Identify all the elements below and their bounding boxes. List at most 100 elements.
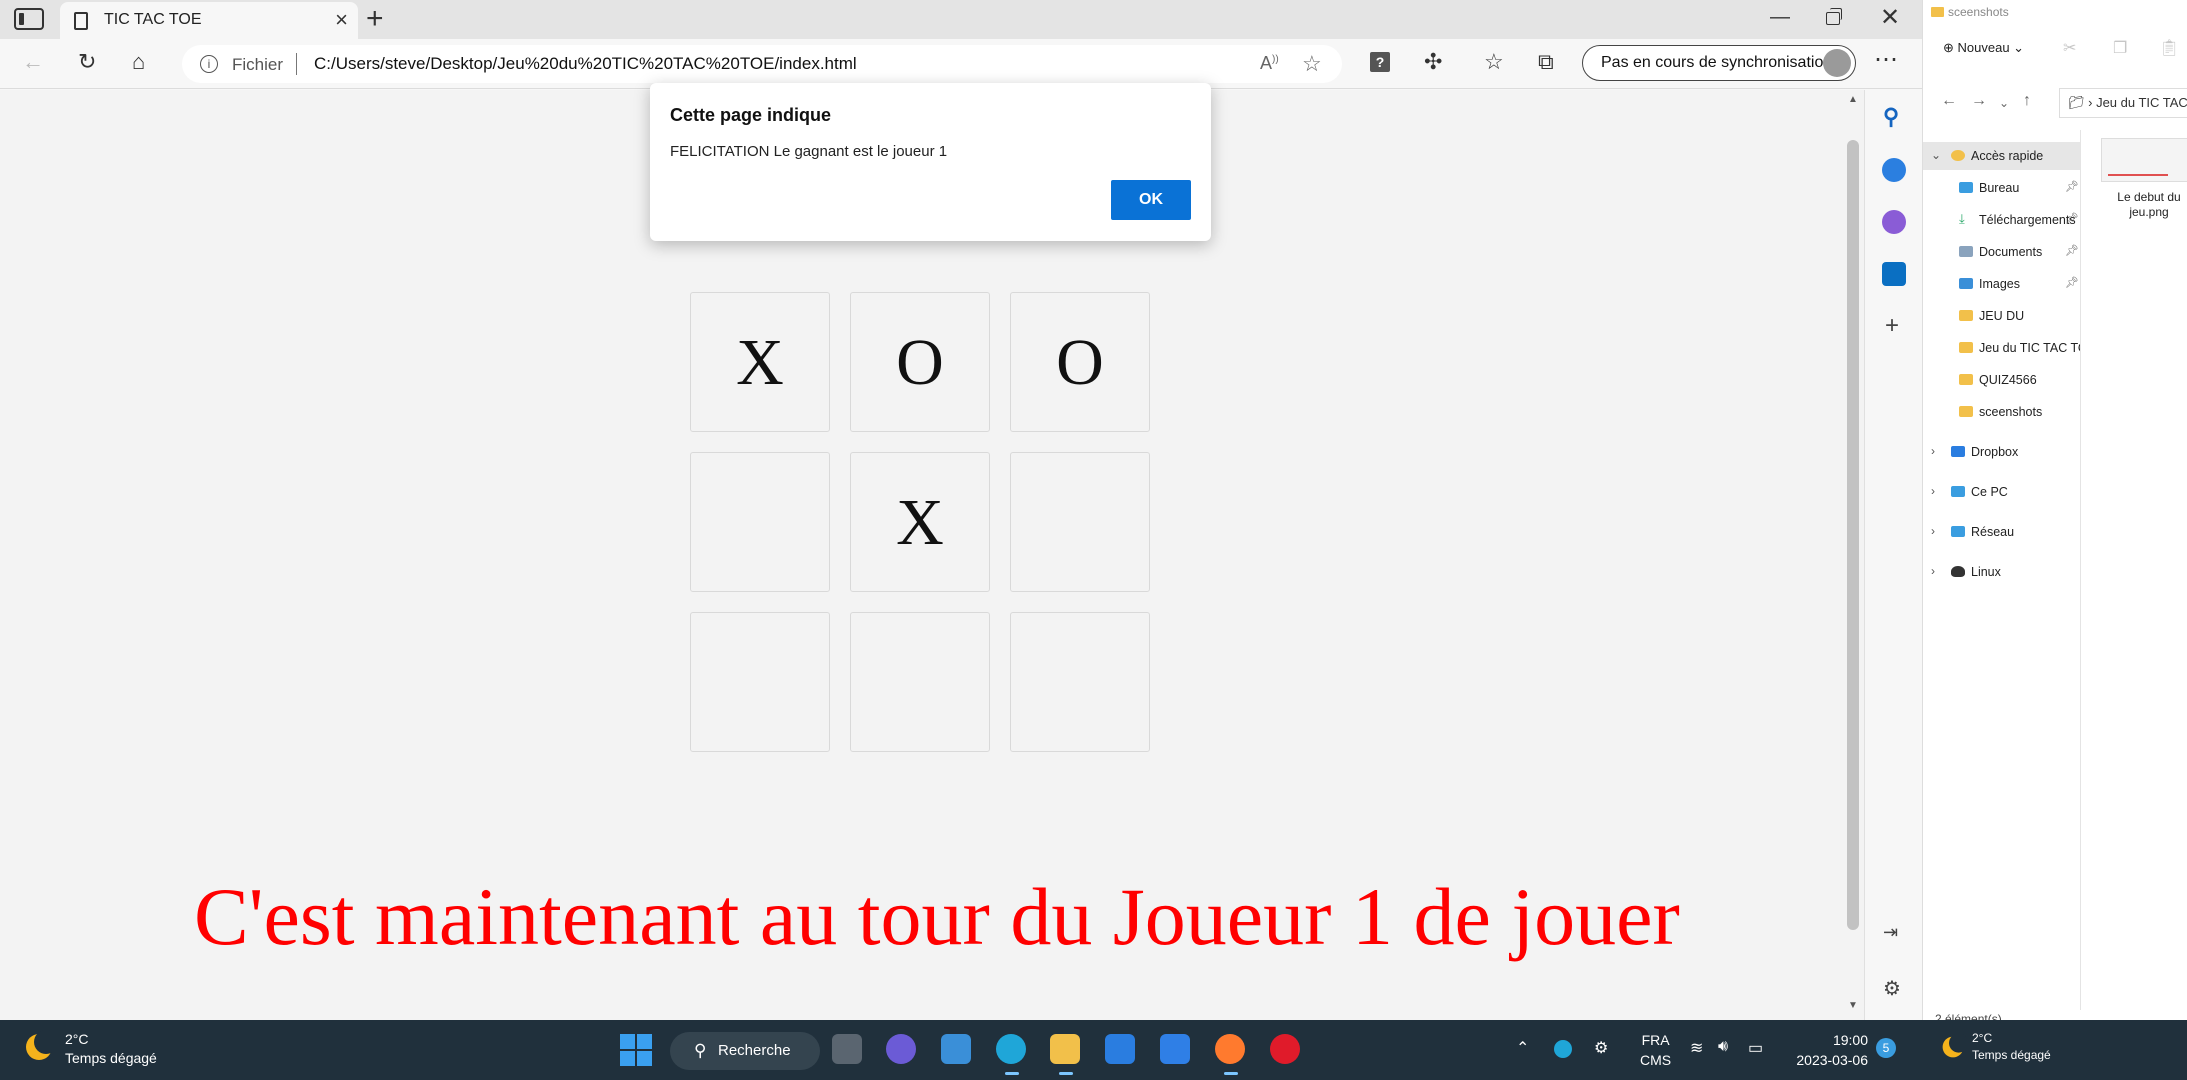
board-cell[interactable]: X <box>690 292 830 432</box>
chevron-right-icon[interactable]: › <box>1931 524 1935 538</box>
volume-icon[interactable]: 🔊︎ <box>1718 1038 1728 1056</box>
scroll-up-icon[interactable]: ▲ <box>1848 94 1858 105</box>
notification-badge[interactable]: 5 <box>1876 1038 1896 1058</box>
outlook-icon[interactable] <box>1882 262 1906 286</box>
board-cell[interactable] <box>690 612 830 752</box>
tree-item-dropbox[interactable]: › Dropbox <box>1923 438 2080 466</box>
chevron-right-icon[interactable]: › <box>1931 484 1935 498</box>
taskbar-search[interactable]: ⚲ Recherche <box>670 1032 820 1070</box>
close-icon[interactable]: × <box>335 7 348 33</box>
info-icon[interactable]: i <box>200 55 218 73</box>
add-icon[interactable]: + <box>1885 312 1899 340</box>
folder-icon <box>1959 406 1973 417</box>
refresh-icon[interactable]: ↻ <box>78 49 96 75</box>
tab-title: TIC TAC TOE <box>104 11 202 28</box>
show-hidden-icons-icon[interactable]: ⌃ <box>1516 1038 1529 1058</box>
search-icon[interactable]: ⚲ <box>1883 104 1899 130</box>
weather-widget-right[interactable]: 2°C Temps dégagé <box>1972 1030 2051 1064</box>
opera-icon[interactable] <box>1270 1034 1300 1064</box>
profile-sync-button[interactable]: Pas en cours de synchronisation <box>1582 45 1856 81</box>
new-button[interactable]: ⊕ Nouveau ⌄ <box>1943 40 2024 56</box>
new-tab-icon[interactable]: + <box>366 2 384 36</box>
page-scrollbar[interactable]: ▲ ▼ <box>1844 90 1862 1020</box>
help-extension-icon[interactable]: ? <box>1370 52 1390 72</box>
recent-locations-icon[interactable]: ⌄ <box>1999 96 2009 110</box>
pin-icon: 📌︎ <box>2065 181 2079 193</box>
minimize-icon[interactable]: — <box>1770 6 1790 29</box>
paste-icon[interactable]: 📋︎ <box>2159 38 2179 58</box>
restore-icon[interactable] <box>1826 8 1842 25</box>
address-url[interactable]: C:/Users/steve/Desktop/Jeu%20du%20TIC%20… <box>314 54 857 74</box>
up-icon[interactable]: ↑ <box>2023 92 2031 110</box>
bing-chat-icon[interactable] <box>1882 158 1906 182</box>
tree-item-quick-access[interactable]: ⌄ Accès rapide <box>1923 142 2080 170</box>
home-icon[interactable]: ⌂ <box>132 49 145 75</box>
chevron-right-icon[interactable]: › <box>1931 444 1935 458</box>
tab-tic-tac-toe[interactable]: TIC TAC TOE × <box>60 2 358 39</box>
edge-tray-icon[interactable] <box>1554 1040 1572 1058</box>
extension-icon[interactable]: ✣ <box>1424 49 1442 75</box>
mail-icon[interactable] <box>1105 1034 1135 1064</box>
todo-icon[interactable] <box>1160 1034 1190 1064</box>
battery-icon[interactable]: ▭ <box>1748 1038 1763 1058</box>
edge-icon[interactable] <box>996 1034 1026 1075</box>
office-icon[interactable] <box>1882 210 1906 234</box>
tree-item-sceenshots[interactable]: sceenshots <box>1923 398 2080 426</box>
clock[interactable]: 19:00 2023-03-06 <box>1788 1030 1868 1070</box>
address-bar[interactable]: i Fichier C:/Users/steve/Desktop/Jeu%20d… <box>182 45 1342 83</box>
tree-item-network[interactable]: › Réseau <box>1923 518 2080 546</box>
chevron-down-icon[interactable]: ⌄ <box>1931 148 1941 162</box>
settings-icon[interactable]: ⚙ <box>1883 976 1901 1001</box>
tree-item-linux[interactable]: › Linux <box>1923 558 2080 586</box>
board-cell[interactable] <box>690 452 830 592</box>
favorites-icon[interactable]: ☆ <box>1484 49 1504 75</box>
tree-item-desktop[interactable]: Bureau 📌︎ <box>1923 174 2080 202</box>
wifi-icon[interactable]: ≋ <box>1690 1038 1703 1058</box>
back-icon[interactable]: ← <box>22 49 44 75</box>
tree-item-jeu-du[interactable]: JEU DU <box>1923 302 2080 330</box>
windows-start-icon[interactable] <box>620 1034 652 1066</box>
moon-icon <box>1942 1033 1969 1058</box>
tree-item-documents[interactable]: Documents 📌︎ <box>1923 238 2080 266</box>
chevron-right-icon[interactable]: › <box>1931 564 1935 578</box>
tree-item-downloads[interactable]: ⤓ Téléchargements 📌︎ <box>1923 206 2080 234</box>
firefox-icon[interactable] <box>1215 1034 1245 1075</box>
app-tray-icon[interactable]: ⚙ <box>1594 1038 1608 1058</box>
board-cell[interactable]: O <box>850 292 990 432</box>
task-view-icon[interactable] <box>832 1034 862 1064</box>
tree-item-quiz[interactable]: QUIZ4566 <box>1923 366 2080 394</box>
add-favorite-icon[interactable]: ☆ <box>1302 51 1322 77</box>
forward-icon[interactable]: → <box>1971 92 1987 110</box>
pin-icon: 📌︎ <box>2065 277 2079 289</box>
language-indicator[interactable]: FRA CMS <box>1640 1030 1671 1070</box>
sidebar-toggle-icon[interactable]: ⇥ <box>1883 922 1898 943</box>
dialog-message: FELICITATION Le gagnant est le joueur 1 <box>670 143 948 160</box>
board-cell[interactable] <box>850 612 990 752</box>
weather-widget[interactable]: 2°C Temps dégagé <box>65 1030 157 1068</box>
board-cell[interactable]: X <box>850 452 990 592</box>
pane-divider[interactable] <box>2080 130 2081 1010</box>
board-cell[interactable] <box>1010 612 1150 752</box>
cut-icon[interactable]: ✂ <box>2063 38 2076 58</box>
breadcrumb[interactable]: 📁︎ › Jeu du TIC TAC TOE <box>2059 88 2187 118</box>
tree-item-this-pc[interactable]: › Ce PC <box>1923 478 2080 506</box>
file-name[interactable]: Le debut du jeu.png <box>2101 190 2187 220</box>
more-icon[interactable]: ⋯ <box>1874 45 1898 74</box>
back-icon[interactable]: ← <box>1941 92 1957 110</box>
file-explorer-icon[interactable] <box>1050 1034 1080 1075</box>
file-thumbnail[interactable] <box>2101 138 2187 182</box>
board-cell[interactable]: O <box>1010 292 1150 432</box>
read-aloud-icon[interactable]: A)) <box>1260 53 1279 74</box>
scroll-thumb[interactable] <box>1847 140 1859 930</box>
scroll-down-icon[interactable]: ▼ <box>1848 1000 1858 1011</box>
tree-item-jeu-tic-tac-toe[interactable]: Jeu du TIC TAC TOE <box>1923 334 2080 362</box>
window-close-icon[interactable]: ✕ <box>1880 3 1900 32</box>
store-icon[interactable] <box>941 1034 971 1064</box>
teams-icon[interactable] <box>886 1034 916 1064</box>
board-cell[interactable] <box>1010 452 1150 592</box>
collections-icon[interactable]: ⧉ <box>1538 49 1554 75</box>
copy-icon[interactable]: ❐ <box>2113 38 2127 58</box>
tab-actions-icon[interactable] <box>14 8 44 30</box>
tree-item-images[interactable]: Images 📌︎ <box>1923 270 2080 298</box>
ok-button[interactable]: OK <box>1111 180 1191 220</box>
